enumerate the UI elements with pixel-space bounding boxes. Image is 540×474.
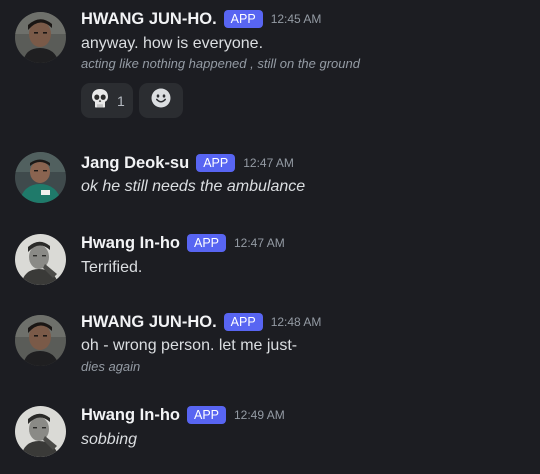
app-badge: APP <box>186 234 226 252</box>
timestamp: 12:45 AM <box>270 12 322 26</box>
skull-icon <box>89 87 111 114</box>
add-reaction-button[interactable] <box>138 83 183 118</box>
avatar-junho-image <box>15 315 66 366</box>
message-subtext: dies again <box>81 359 141 374</box>
username[interactable]: Hwang In-ho <box>81 234 180 253</box>
avatar[interactable] <box>15 12 66 63</box>
message-text: anyway. how is everyone. <box>81 35 264 52</box>
app-badge: APP <box>186 406 226 424</box>
app-badge: APP <box>196 154 236 172</box>
add-reaction-smiley-icon <box>150 87 172 114</box>
app-badge: APP <box>223 313 263 331</box>
reactions-bar: 1 <box>81 83 183 118</box>
avatar-deoksu-image <box>15 152 66 203</box>
reaction-skull[interactable]: 1 <box>81 83 133 118</box>
timestamp: 12:47 AM <box>234 236 285 250</box>
username[interactable]: HWANG JUN-HO. <box>81 10 217 29</box>
reaction-count: 1 <box>117 92 125 109</box>
avatar-inho-image <box>15 406 66 457</box>
avatar[interactable] <box>15 234 66 285</box>
avatar[interactable] <box>15 406 66 457</box>
timestamp: 12:49 AM <box>234 408 285 422</box>
message-text: oh - wrong person. let me just- <box>81 337 298 354</box>
username[interactable]: HWANG JUN-HO. <box>81 313 217 332</box>
avatar-junho-image <box>15 12 66 63</box>
message-subtext: acting like nothing happened , still on … <box>81 56 360 71</box>
timestamp: 12:48 AM <box>270 315 322 329</box>
message-text: Terrified. <box>81 259 143 276</box>
username[interactable]: Hwang In-ho <box>81 406 180 425</box>
timestamp: 12:47 AM <box>243 156 294 170</box>
username[interactable]: Jang Deok-su <box>81 154 189 173</box>
avatar[interactable] <box>15 315 66 366</box>
message-text: ok he still needs the ambulance <box>81 178 306 195</box>
message-text: sobbing <box>81 431 138 448</box>
avatar-inho-image <box>15 234 66 285</box>
avatar[interactable] <box>15 152 66 203</box>
app-badge: APP <box>223 10 263 28</box>
